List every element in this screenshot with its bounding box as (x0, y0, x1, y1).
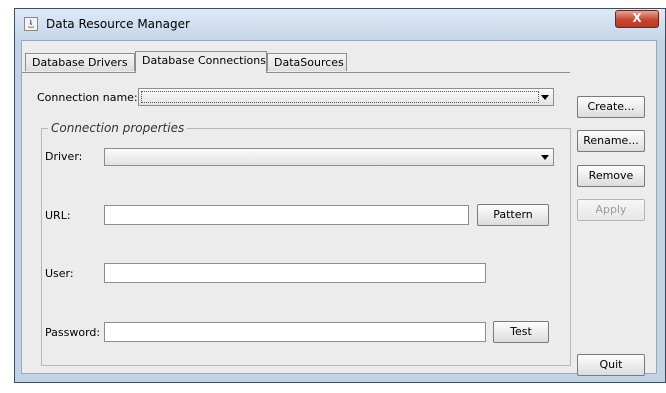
app-window: Data Resource Manager X Database Drivers… (14, 8, 666, 383)
connection-properties-title: Connection properties (48, 121, 188, 135)
tab-database-connections[interactable]: Database Connections (135, 51, 267, 73)
url-label: URL: (45, 209, 71, 222)
connection-name-label: Connection name: (37, 91, 138, 104)
title-bar[interactable]: Data Resource Manager X (15, 9, 665, 40)
pattern-button[interactable]: Pattern (477, 204, 549, 226)
driver-label: Driver: (45, 150, 83, 163)
user-input[interactable] (104, 263, 486, 283)
rename-button[interactable]: Rename... (577, 130, 645, 152)
combo-focus-border (141, 91, 539, 103)
url-input[interactable] (104, 205, 469, 225)
chevron-down-icon[interactable] (541, 155, 549, 160)
password-label: Password: (45, 326, 101, 339)
tab-divider (22, 72, 570, 73)
close-button[interactable]: X (615, 10, 659, 28)
create-button[interactable]: Create... (577, 96, 645, 118)
user-label: User: (45, 267, 74, 280)
window-title: Data Resource Manager (46, 17, 190, 31)
test-button[interactable]: Test (493, 321, 549, 343)
driver-combo[interactable] (104, 148, 554, 166)
chevron-down-icon[interactable] (541, 95, 549, 100)
main-panel: Database Drivers Database Connections Da… (21, 40, 657, 376)
tab-database-drivers[interactable]: Database Drivers (25, 53, 135, 71)
tab-datasources[interactable]: DataSources (267, 53, 347, 71)
connection-name-combo[interactable] (138, 88, 554, 106)
remove-button[interactable]: Remove (577, 165, 645, 187)
java-app-icon (24, 17, 38, 31)
password-input[interactable] (104, 322, 486, 342)
apply-button: Apply (577, 199, 645, 221)
quit-button[interactable]: Quit (577, 354, 645, 376)
